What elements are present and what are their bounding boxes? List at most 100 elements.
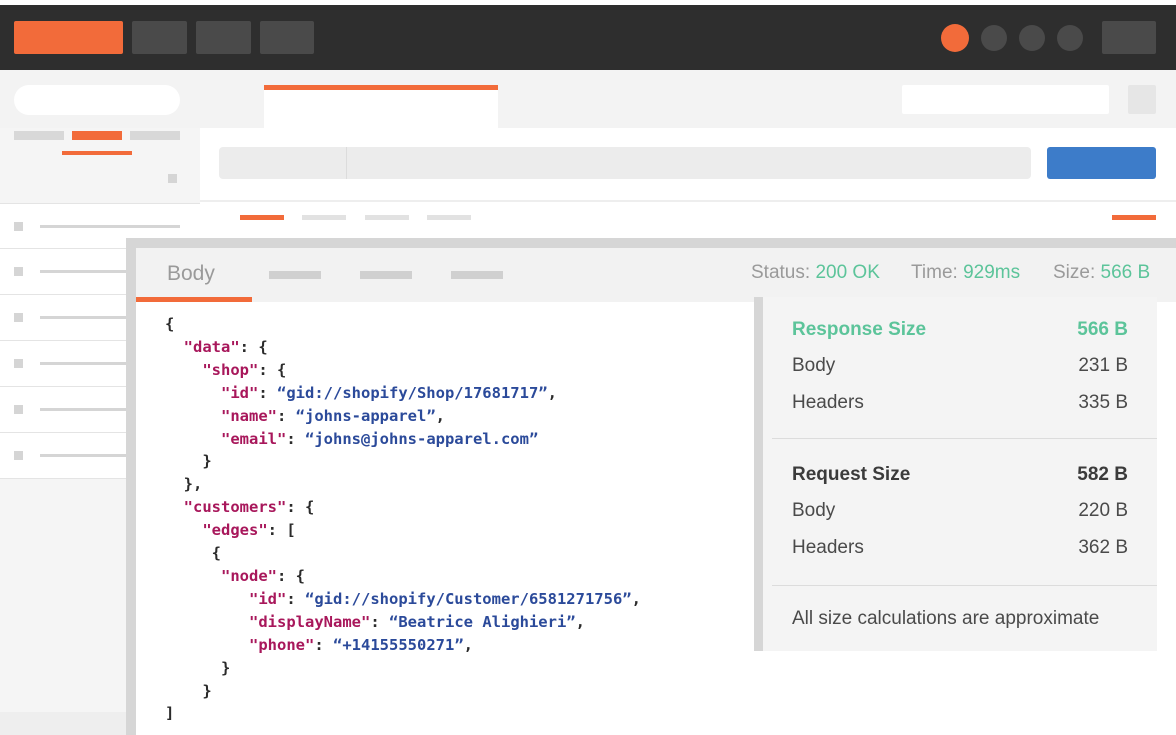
response-size-row: Response Size 566 B <box>792 319 1128 341</box>
code-line: "shop": { <box>165 359 641 382</box>
code-line: "customers": { <box>165 496 641 519</box>
row-label: Headers <box>792 392 864 413</box>
subtab-active[interactable] <box>240 215 284 220</box>
json-punctuation <box>165 430 221 448</box>
json-punctuation: } <box>165 681 212 700</box>
json-punctuation <box>165 590 249 608</box>
json-punctuation <box>165 407 221 425</box>
json-key: "id" <box>249 589 287 608</box>
environment-select[interactable] <box>902 85 1109 114</box>
primary-toolbar-button[interactable] <box>14 21 123 54</box>
time-label: Time: <box>911 262 958 283</box>
item-icon <box>14 267 23 276</box>
code-line: "node": { <box>165 565 641 588</box>
json-key: "email" <box>221 429 287 448</box>
json-punctuation: , <box>435 406 445 425</box>
subtab[interactable] <box>302 215 346 220</box>
size-label: Size: <box>1053 262 1096 283</box>
status-dot-icon[interactable] <box>941 24 969 52</box>
response-tab[interactable] <box>360 271 412 279</box>
tab-body[interactable]: Body <box>167 262 215 286</box>
json-punctuation: } <box>165 658 231 677</box>
json-punctuation: , <box>463 635 473 654</box>
code-line: "email": “johns@johns-apparel.com” <box>165 428 641 451</box>
toolbar-button[interactable] <box>196 21 251 54</box>
row-label: Body <box>792 500 836 521</box>
response-size-total: 566 B <box>1077 319 1128 340</box>
json-key: "node" <box>221 566 277 585</box>
json-punctuation <box>165 567 221 585</box>
code-line: "phone": “+14155550271”, <box>165 634 641 657</box>
settings-button[interactable] <box>1128 85 1156 114</box>
json-punctuation <box>165 521 202 539</box>
json-punctuation: } <box>165 452 212 471</box>
code-line: }, <box>165 473 641 496</box>
json-key: "phone" <box>249 635 315 654</box>
row-value: 335 B <box>1078 392 1128 413</box>
tab-body-underline <box>136 297 252 302</box>
sidebar-tab[interactable] <box>130 131 180 140</box>
json-punctuation: : <box>314 635 333 654</box>
code-line: "id": “gid://shopify/Shop/17681717”, <box>165 382 641 405</box>
json-punctuation: }, <box>165 475 203 494</box>
sidebar-tab[interactable] <box>14 131 64 140</box>
size-text[interactable]: Size: 566 B <box>1053 262 1150 284</box>
sidebar-tab-active[interactable] <box>72 131 122 140</box>
json-string: “gid://shopify/Customer/6581271756” <box>305 589 632 608</box>
dot-icon[interactable] <box>1057 25 1083 51</box>
request-subtabs <box>200 200 1176 238</box>
response-size-title: Response Size <box>792 319 927 340</box>
json-string: “gid://shopify/Shop/17681717” <box>277 383 548 402</box>
request-size-total: 582 B <box>1077 464 1128 485</box>
subtab-right[interactable] <box>1112 215 1156 220</box>
response-body-row: Body 231 B <box>792 355 1128 377</box>
app-window: Body Status: 200 OK Time: 929ms Size: 56… <box>0 0 1176 735</box>
json-punctuation: , <box>631 589 641 608</box>
json-key: "displayName" <box>249 612 371 631</box>
json-punctuation: { <box>165 315 175 333</box>
dot-icon[interactable] <box>981 25 1007 51</box>
sidebar-tab-underline <box>62 151 132 155</box>
json-punctuation: : { <box>258 360 287 379</box>
active-request-tab[interactable] <box>264 85 498 128</box>
code-line: } <box>165 450 641 473</box>
request-headers-row: Headers 362 B <box>792 537 1128 559</box>
code-line: "data": { <box>165 336 641 359</box>
json-punctuation: : { <box>277 566 305 585</box>
item-icon <box>14 451 23 460</box>
status-text: Status: 200 OK <box>751 262 880 284</box>
json-punctuation: : [ <box>267 521 296 540</box>
json-punctuation: : <box>286 589 305 608</box>
size-popover: Response Size 566 B Body 231 B Headers 3… <box>754 297 1157 651</box>
status-label: Status: <box>751 262 811 283</box>
toolbar-button[interactable] <box>132 21 187 54</box>
time-value: 929ms <box>963 262 1021 283</box>
code-line: ] <box>165 702 641 725</box>
account-button[interactable] <box>1102 21 1156 54</box>
subtab[interactable] <box>365 215 409 220</box>
sidebar-menu-icon[interactable] <box>168 174 177 183</box>
divider <box>772 585 1157 586</box>
status-value: 200 OK <box>815 262 880 283</box>
row-value: 362 B <box>1078 537 1128 558</box>
response-tab[interactable] <box>269 271 321 279</box>
search-input[interactable] <box>14 85 180 115</box>
request-body-row: Body 220 B <box>792 500 1128 522</box>
code-line: "name": “johns-apparel”, <box>165 405 641 428</box>
subtab[interactable] <box>427 215 471 220</box>
json-punctuation: , <box>547 383 557 402</box>
url-input[interactable] <box>219 147 1031 179</box>
json-key: "id" <box>221 383 259 402</box>
response-tab[interactable] <box>451 271 503 279</box>
size-value[interactable]: 566 B <box>1101 262 1151 283</box>
send-button[interactable] <box>1047 147 1156 179</box>
dot-icon[interactable] <box>1019 25 1045 51</box>
json-key: "edges" <box>202 521 268 540</box>
toolbar-button[interactable] <box>260 21 314 54</box>
json-punctuation: : <box>370 612 389 631</box>
request-size-row: Request Size 582 B <box>792 464 1128 486</box>
json-key: "data" <box>183 337 240 356</box>
json-punctuation <box>165 361 202 379</box>
json-punctuation <box>165 613 249 631</box>
row-label: Body <box>792 355 836 376</box>
